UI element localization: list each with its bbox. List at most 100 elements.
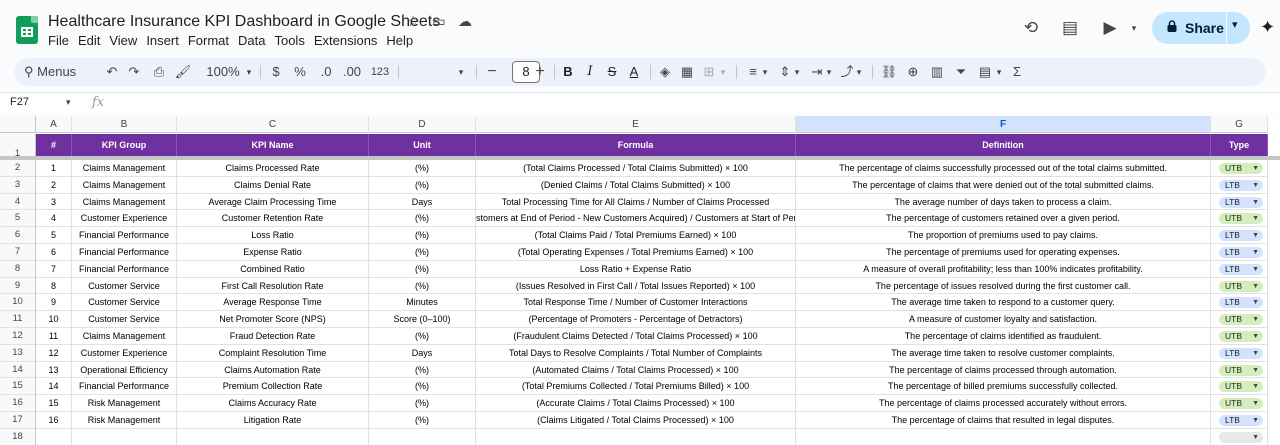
table-cell-group[interactable]: Customer Experience	[72, 210, 177, 228]
undo-icon[interactable]: ↶	[104, 58, 120, 86]
table-cell-name[interactable]: Complaint Resolution Time	[177, 344, 369, 362]
zoom-select[interactable]: 100%	[202, 58, 244, 86]
row-header[interactable]: 12	[0, 328, 36, 345]
type-dropdown-chip[interactable]: LTB ▼	[1219, 247, 1263, 258]
table-cell-type[interactable]: UTB ▼	[1211, 328, 1268, 345]
table-cell-formula[interactable]: Total Processing Time for All Claims / N…	[476, 193, 796, 211]
table-cell-type[interactable]: LTB ▼	[1211, 344, 1268, 362]
name-box-caret-icon[interactable]: ▾	[66, 97, 71, 108]
table-cell-type[interactable]: UTB ▼	[1211, 311, 1268, 328]
comments-icon[interactable]: ▤	[1058, 16, 1082, 40]
chevron-down-icon[interactable]: ▼	[1252, 163, 1259, 174]
table-cell-definition[interactable]: The average time taken to respond to a c…	[796, 294, 1211, 312]
table-cell-group[interactable]: Financial Performance	[72, 260, 177, 278]
type-dropdown-chip[interactable]: LTB ▼	[1219, 297, 1263, 309]
type-dropdown-chip[interactable]: UTB ▼	[1219, 163, 1263, 174]
menu-edit[interactable]: Edit	[78, 33, 105, 48]
table-cell-formula[interactable]: (Fraudulent Claims Detected / Total Clai…	[476, 328, 796, 345]
table-cell-empty[interactable]	[72, 428, 177, 445]
type-dropdown-chip[interactable]: UTB ▼	[1219, 280, 1263, 292]
column-header-d[interactable]: D	[369, 116, 476, 133]
functions-icon[interactable]: Σ	[1008, 58, 1026, 86]
spreadsheet-grid[interactable]: A B C D E F G 1 # KPI Group KPI Name Unit Formula Def…	[0, 116, 1280, 445]
table-cell-formula[interactable]: (Denied Claims / Total Claims Submitted)…	[476, 176, 796, 194]
type-dropdown-chip[interactable]: UTB ▼	[1219, 314, 1263, 326]
header-cell-4[interactable]: Formula	[476, 134, 796, 156]
table-cell-empty[interactable]	[476, 428, 796, 445]
table-cell-empty[interactable]	[796, 428, 1211, 445]
insert-comment-icon[interactable]: ⊕	[904, 58, 922, 86]
menu-data[interactable]: Data	[238, 33, 270, 48]
table-cell-type[interactable]: LTB ▼	[1211, 412, 1268, 429]
document-title[interactable]: Healthcare Insurance KPI Dashboard in Go…	[48, 13, 440, 31]
chevron-down-icon[interactable]: ▼	[1252, 197, 1259, 208]
table-cell-definition[interactable]: The percentage of premiums used for oper…	[796, 244, 1211, 261]
table-cell-unit[interactable]: (%)	[369, 277, 476, 295]
type-dropdown-chip[interactable]: UTB ▼	[1219, 213, 1263, 225]
table-cell-n[interactable]: 11	[36, 328, 72, 345]
column-header-g[interactable]: G	[1211, 116, 1268, 133]
chevron-down-icon[interactable]: ▼	[1252, 281, 1259, 292]
table-cell-formula[interactable]: stomers at End of Period - New Customers…	[476, 210, 796, 228]
chevron-down-icon[interactable]: ▼	[1252, 331, 1259, 342]
table-cell-group[interactable]: Operational Efficiency	[72, 361, 177, 379]
type-dropdown-chip[interactable]: LTB ▼	[1219, 415, 1263, 426]
table-cell-n[interactable]: 2	[36, 176, 72, 194]
table-cell-type[interactable]: UTB ▼	[1211, 361, 1268, 379]
table-cell-n[interactable]: 5	[36, 227, 72, 244]
italic-button[interactable]: I	[582, 58, 598, 86]
chevron-down-icon[interactable]: ▼	[1252, 213, 1259, 224]
merge-caret-icon[interactable]: ▾	[718, 58, 728, 86]
table-cell-n[interactable]: 8	[36, 277, 72, 295]
chevron-down-icon[interactable]: ▼	[1252, 432, 1259, 443]
table-cell-name[interactable]: Claims Accuracy Rate	[177, 395, 369, 412]
row-header[interactable]: 11	[0, 311, 36, 328]
meet-dropdown-icon[interactable]: ▾	[1122, 16, 1146, 40]
table-cell-name[interactable]: Claims Processed Rate	[177, 160, 369, 177]
table-cell-type[interactable]: LTB ▼	[1211, 244, 1268, 261]
row-header[interactable]: 8	[0, 260, 36, 278]
table-cell-unit[interactable]: (%)	[369, 210, 476, 228]
merge-cells-icon[interactable]: ⊞	[700, 58, 718, 86]
table-cell-definition[interactable]: The percentage of claims successfully pr…	[796, 160, 1211, 177]
table-cell-n[interactable]: 13	[36, 361, 72, 379]
table-cell-unit[interactable]: (%)	[369, 361, 476, 379]
table-cell-empty[interactable]: ▼	[1211, 428, 1268, 445]
menu-insert[interactable]: Insert	[146, 33, 184, 48]
chevron-down-icon[interactable]: ▼	[1252, 297, 1259, 308]
font-size-increase-button[interactable]: +	[532, 58, 548, 86]
menu-extensions[interactable]: Extensions	[314, 33, 383, 48]
table-cell-name[interactable]: First Call Resolution Rate	[177, 277, 369, 295]
header-cell-2[interactable]: KPI Name	[177, 134, 369, 156]
chevron-down-icon[interactable]: ▼	[1252, 314, 1259, 325]
table-cell-definition[interactable]: The percentage of billed premiums succes…	[796, 378, 1211, 396]
table-cell-n[interactable]: 9	[36, 294, 72, 312]
table-cell-formula[interactable]: (Total Claims Paid / Total Premiums Earn…	[476, 227, 796, 244]
increase-decimal-button[interactable]: .00	[340, 58, 364, 86]
table-cell-formula[interactable]: Total Days to Resolve Complaints / Total…	[476, 344, 796, 362]
table-cell-unit[interactable]: (%)	[369, 412, 476, 429]
table-cell-name[interactable]: Expense Ratio	[177, 244, 369, 261]
row-header[interactable]: 5	[0, 210, 36, 228]
table-cell-n[interactable]: 3	[36, 193, 72, 211]
borders-icon[interactable]: ▦	[678, 58, 696, 86]
table-cell-definition[interactable]: The proportion of premiums used to pay c…	[796, 227, 1211, 244]
table-cell-group[interactable]: Risk Management	[72, 412, 177, 429]
move-folder-icon[interactable]: ▭	[430, 13, 448, 30]
number-format-button[interactable]: 123	[368, 58, 392, 86]
column-header-f[interactable]: F	[796, 116, 1211, 133]
share-button[interactable]: Share ▾	[1152, 12, 1250, 44]
print-icon[interactable]: ⎙	[150, 58, 168, 86]
table-cell-unit[interactable]: (%)	[369, 378, 476, 396]
column-header-c[interactable]: C	[177, 116, 369, 133]
table-cell-name[interactable]: Premium Collection Rate	[177, 378, 369, 396]
table-cell-formula[interactable]: (Percentage of Promoters - Percentage of…	[476, 311, 796, 328]
zoom-caret-icon[interactable]: ▾	[244, 58, 254, 86]
table-cell-group[interactable]: Financial Performance	[72, 244, 177, 261]
table-cell-definition[interactable]: The percentage of claims identified as f…	[796, 328, 1211, 345]
type-dropdown-chip[interactable]: UTB ▼	[1219, 364, 1263, 376]
table-cell-name[interactable]: Claims Automation Rate	[177, 361, 369, 379]
table-cell-group[interactable]: Claims Management	[72, 160, 177, 177]
column-header-e[interactable]: E	[476, 116, 796, 133]
table-cell-unit[interactable]: (%)	[369, 395, 476, 412]
